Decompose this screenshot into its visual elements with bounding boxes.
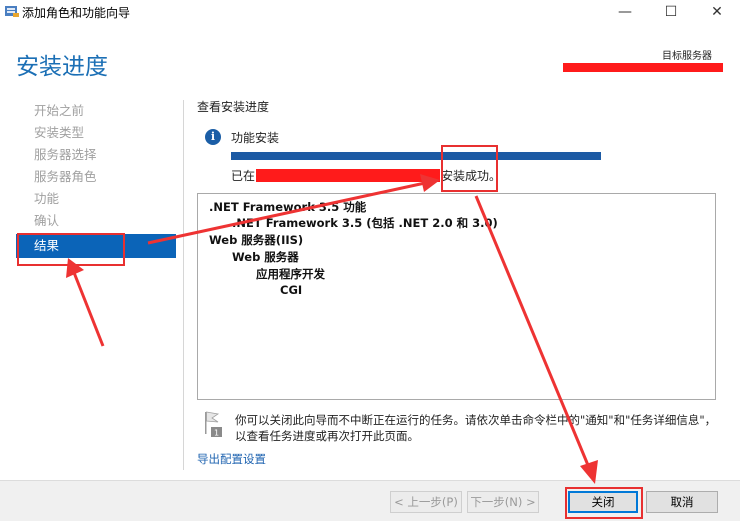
annotation-arrow — [474, 195, 592, 471]
annotation-arrows — [66, 174, 598, 484]
annotation-arrowhead — [420, 174, 440, 192]
annotation-arrowhead — [580, 460, 598, 484]
annotation-arrow — [71, 269, 105, 347]
annotation-arrow — [147, 181, 426, 245]
